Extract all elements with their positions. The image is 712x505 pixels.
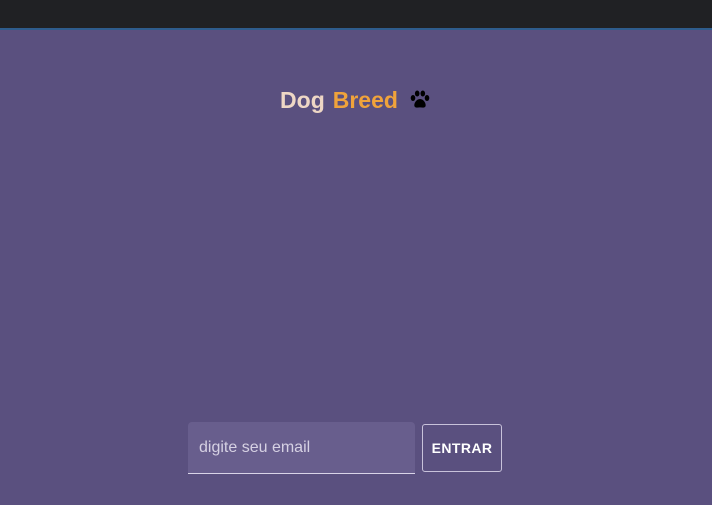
brand-title: Dog Breed <box>0 86 712 114</box>
email-field[interactable] <box>188 422 415 474</box>
login-form: ENTRAR <box>188 422 502 474</box>
paw-icon <box>408 88 432 112</box>
enter-button[interactable]: ENTRAR <box>422 424 502 472</box>
brand-word-dog: Dog <box>280 87 325 113</box>
app-container: Dog Breed ENTRAR <box>0 30 712 505</box>
brand-word-breed: Breed <box>332 87 398 113</box>
window-topbar <box>0 0 712 28</box>
